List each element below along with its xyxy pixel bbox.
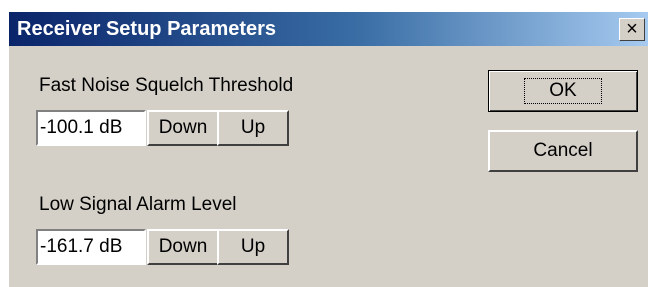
cancel-button[interactable]: Cancel [488,130,638,172]
ok-button[interactable]: OK [488,70,638,112]
close-icon: × [626,18,638,40]
title-bar: Receiver Setup Parameters × [9,12,648,46]
squelch-up-button[interactable]: Up [217,110,289,146]
alarm-level-field[interactable]: -161.7 dB [36,229,146,265]
dialog-title: Receiver Setup Parameters [17,18,277,40]
alarm-level-label: Low Signal Alarm Level [39,194,237,215]
ok-button-label: OK [524,78,602,104]
alarm-down-button[interactable]: Down [147,229,219,265]
squelch-down-button[interactable]: Down [147,110,219,146]
receiver-setup-dialog: Receiver Setup Parameters × Fast Noise S… [9,12,648,287]
squelch-threshold-field[interactable]: -100.1 dB [36,110,146,146]
close-button[interactable]: × [619,18,645,41]
squelch-threshold-label: Fast Noise Squelch Threshold [39,75,294,96]
alarm-up-button[interactable]: Up [217,229,289,265]
